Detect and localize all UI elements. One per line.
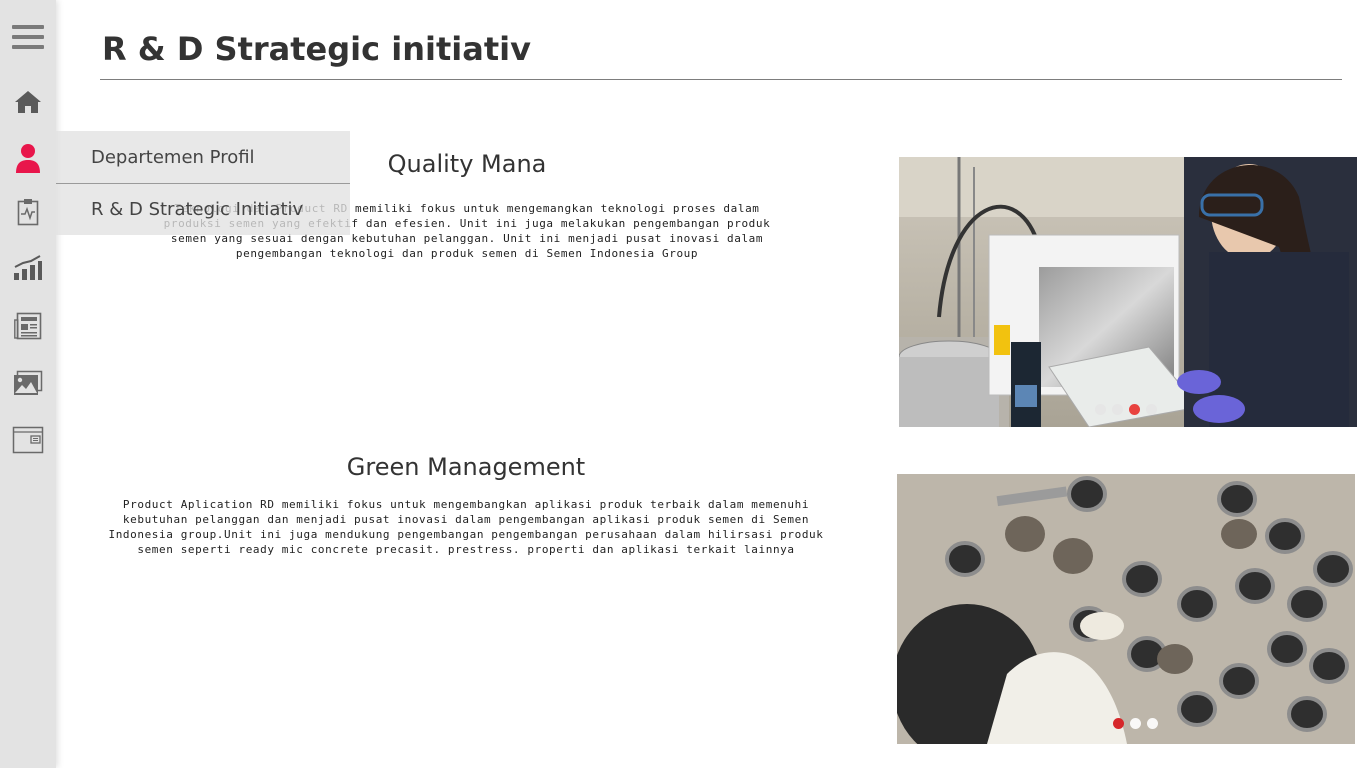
page-title: R & D Strategic initiativ — [102, 30, 531, 68]
window-icon — [12, 426, 44, 454]
concrete-photo — [897, 474, 1355, 744]
submenu-item-departemen-profil[interactable]: Departemen Profil — [56, 131, 350, 183]
lab-photo-image — [899, 157, 1357, 427]
carousel-dot[interactable] — [1112, 404, 1123, 415]
home-icon — [15, 91, 41, 113]
concrete-photo-image — [897, 474, 1355, 744]
sidebar-item-window[interactable] — [0, 418, 56, 462]
sidebar-item-gallery[interactable] — [0, 361, 56, 405]
user-icon — [16, 144, 40, 173]
lab-photo — [899, 157, 1357, 427]
section-title-green: Green Management — [346, 453, 586, 481]
chart-icon — [14, 255, 42, 280]
sidebar-item-report[interactable] — [0, 190, 56, 234]
profile-submenu: Departemen Profil R & D Strategic Initia… — [56, 131, 350, 235]
carousel-dot-active[interactable] — [1113, 718, 1124, 729]
gallery-icon — [14, 370, 43, 395]
section-text-green: Product Aplication RD memiliki fokus unt… — [108, 498, 824, 556]
submenu-item-rd-strategic[interactable]: R & D Strategic Initiativ — [56, 183, 350, 235]
carousel-dots-1 — [1095, 404, 1157, 415]
clipboard-icon — [17, 199, 39, 226]
carousel-dot[interactable] — [1095, 404, 1106, 415]
carousel-dot[interactable] — [1146, 404, 1157, 415]
sidebar — [0, 0, 56, 768]
sidebar-item-profile[interactable] — [0, 136, 56, 180]
carousel-dot-active[interactable] — [1129, 404, 1140, 415]
carousel-dot[interactable] — [1130, 718, 1141, 729]
sidebar-item-home[interactable] — [0, 80, 56, 124]
menu-icon — [12, 25, 44, 49]
title-divider — [100, 79, 1342, 80]
menu-button[interactable] — [0, 15, 56, 59]
carousel-dot[interactable] — [1147, 718, 1158, 729]
carousel-dots-2 — [1113, 718, 1158, 729]
sidebar-item-news[interactable] — [0, 304, 56, 348]
newspaper-icon — [14, 312, 42, 340]
sidebar-item-statistics[interactable] — [0, 246, 56, 290]
